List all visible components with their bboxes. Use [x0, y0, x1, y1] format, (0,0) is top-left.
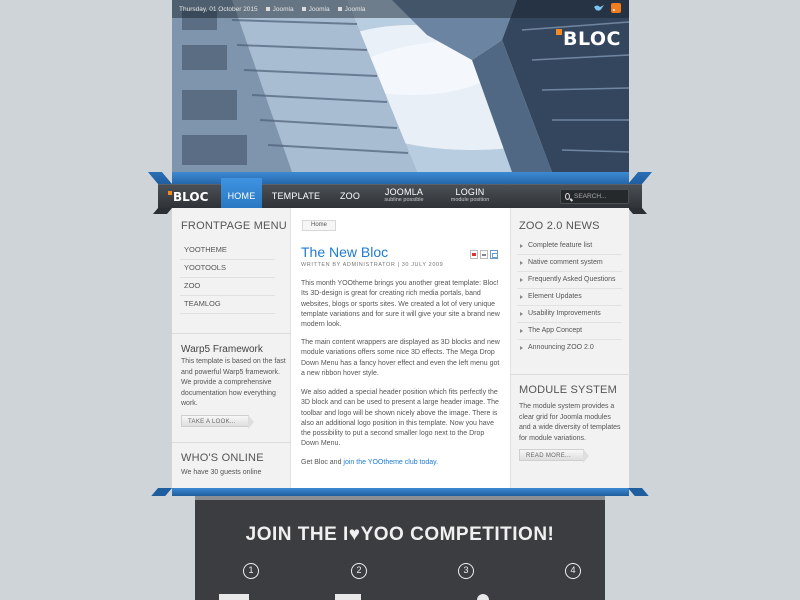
rss-icon[interactable]	[611, 3, 621, 13]
nav-3d-shadow-left	[152, 208, 172, 214]
content-3d-edge-right	[628, 488, 649, 496]
search-input[interactable]	[574, 193, 628, 200]
main-content-block: FRONTPAGE MENU YOOTHEME YOOTOOLS ZOO TEA…	[172, 208, 630, 490]
warp-module-title: Warp5 Framework	[181, 344, 263, 355]
join-club-link[interactable]: join the YOOtheme club today.	[343, 459, 438, 466]
menu-item-label: JOOMLA	[384, 187, 424, 197]
read-more-button[interactable]: READ MORE...	[519, 449, 589, 463]
menu-item-home[interactable]: HOME	[221, 178, 262, 208]
frontpage-menu-item[interactable]: ZOO	[180, 278, 275, 296]
menu-item-zoo[interactable]: ZOO	[332, 185, 368, 209]
zoo-news-item[interactable]: Frequently Asked Questions	[517, 272, 622, 289]
step-number: 3	[458, 563, 474, 579]
main-menu: BLOC HOME TEMPLATE ZOO JOOMLA subline po…	[158, 178, 642, 209]
breadcrumb[interactable]: Home	[302, 220, 337, 231]
nav-3d-edge-right	[628, 172, 653, 184]
menu-item-template[interactable]: TEMPLATE	[266, 185, 326, 209]
whos-online-text: We have 30 guests online	[181, 469, 262, 476]
menu-item-login[interactable]: LOGIN module position	[442, 185, 498, 209]
zoo-news-item[interactable]: Announcing ZOO 2.0	[517, 340, 622, 357]
logo-dot	[555, 29, 562, 35]
content-bottom-strip	[172, 488, 629, 496]
menu-item-subtitle: module position	[450, 197, 490, 203]
toolbar-link[interactable]: Joomla	[265, 6, 294, 13]
zoo-news-item[interactable]: The App Concept	[517, 323, 622, 340]
zoo-news-item[interactable]: Native comment system	[517, 255, 622, 272]
menu-item-subtitle: subline possible	[384, 197, 424, 203]
zoo-news-item[interactable]: Element Updates	[517, 289, 622, 306]
take-a-look-button[interactable]: TAKE A LOOK...	[181, 415, 254, 429]
article-title[interactable]: The New Bloc	[301, 244, 388, 260]
whos-online-title: WHO'S ONLINE	[181, 452, 264, 464]
warp-module-text: This template is based on the fast and p…	[181, 358, 286, 407]
step-number: 2	[351, 563, 367, 579]
skyscraper-photo	[172, 0, 629, 172]
zoo-news-item[interactable]: Complete feature list	[517, 238, 622, 255]
competition-panel: JOIN THE I♥YOO COMPETITION! 1 2 3 4	[195, 500, 605, 600]
article-area: Home The New Bloc WRITTEN BY ADMINISTRAT…	[292, 208, 509, 490]
search-box[interactable]	[560, 189, 629, 204]
step-illustration	[477, 594, 489, 600]
nav-logo[interactable]: BLOC	[168, 190, 208, 204]
toolbar-link[interactable]: Joomla	[337, 6, 366, 13]
step-illustration	[219, 594, 249, 600]
article-paragraph: The main content wrappers are displayed …	[301, 339, 500, 377]
toolbar: Thursday, 01 October 2015 Joomla Joomla …	[172, 0, 629, 18]
nav-3d-edge-left	[147, 172, 172, 184]
email-icon[interactable]	[490, 250, 498, 259]
article-icons	[470, 250, 498, 259]
zoo-news-title: ZOO 2.0 NEWS	[519, 220, 600, 232]
step-number: 1	[243, 563, 259, 579]
module-divider	[172, 333, 291, 334]
toolbar-date: Thursday, 01 October 2015	[179, 5, 258, 13]
menu-item-label: ZOO	[339, 191, 361, 201]
frontpage-menu-item[interactable]: YOOTOOLS	[180, 260, 275, 278]
menu-item-label: HOME	[227, 191, 256, 201]
frontpage-menu-item[interactable]: TEAMLOG	[180, 296, 275, 314]
frontpage-menu-title: FRONTPAGE MENU	[181, 220, 287, 232]
article-paragraph: This month YOOtheme brings you another g…	[301, 280, 500, 329]
menu-item-joomla[interactable]: JOOMLA subline possible	[376, 185, 432, 209]
header-image: Thursday, 01 October 2015 Joomla Joomla …	[172, 0, 629, 172]
module-system-title: MODULE SYSTEM	[519, 384, 617, 396]
module-divider	[511, 374, 630, 375]
menu-item-label: TEMPLATE	[271, 191, 321, 201]
step-number: 4	[565, 563, 581, 579]
frontpage-menu-item[interactable]: YOOTHEME	[180, 242, 275, 260]
module-divider	[172, 442, 291, 443]
article-paragraph: Get Bloc and join the YOOtheme club toda…	[301, 458, 501, 468]
twitter-bird-icon[interactable]	[594, 4, 605, 12]
nav-logo-text: BLOC	[173, 190, 209, 204]
hero-logo-text: BLOC	[562, 28, 621, 50]
nav-3d-shadow-right	[628, 208, 648, 214]
content-3d-edge-left	[151, 488, 172, 496]
toolbar-link[interactable]: Joomla	[301, 6, 330, 13]
left-sidebar: FRONTPAGE MENU YOOTHEME YOOTOOLS ZOO TEA…	[172, 208, 291, 490]
article-meta: WRITTEN BY ADMINISTRATOR | 30 JULY 2009	[301, 262, 444, 268]
print-icon[interactable]	[480, 250, 488, 259]
article-final-text: Get Bloc and	[301, 459, 344, 466]
hero-logo[interactable]: BLOC	[555, 28, 621, 50]
step-illustration	[335, 594, 361, 600]
search-icon	[565, 193, 570, 200]
article-paragraph: We also added a special header position …	[301, 389, 499, 448]
module-system-text: The module system provides a clear grid …	[519, 403, 621, 442]
zoo-news-item[interactable]: Usability Improvements	[517, 306, 622, 323]
pdf-icon[interactable]	[470, 250, 478, 259]
logo-dot	[168, 191, 172, 195]
competition-title[interactable]: JOIN THE I♥YOO COMPETITION!	[195, 524, 605, 546]
menu-item-label: LOGIN	[455, 187, 485, 197]
right-sidebar: ZOO 2.0 NEWS Complete feature list Nativ…	[510, 208, 630, 490]
